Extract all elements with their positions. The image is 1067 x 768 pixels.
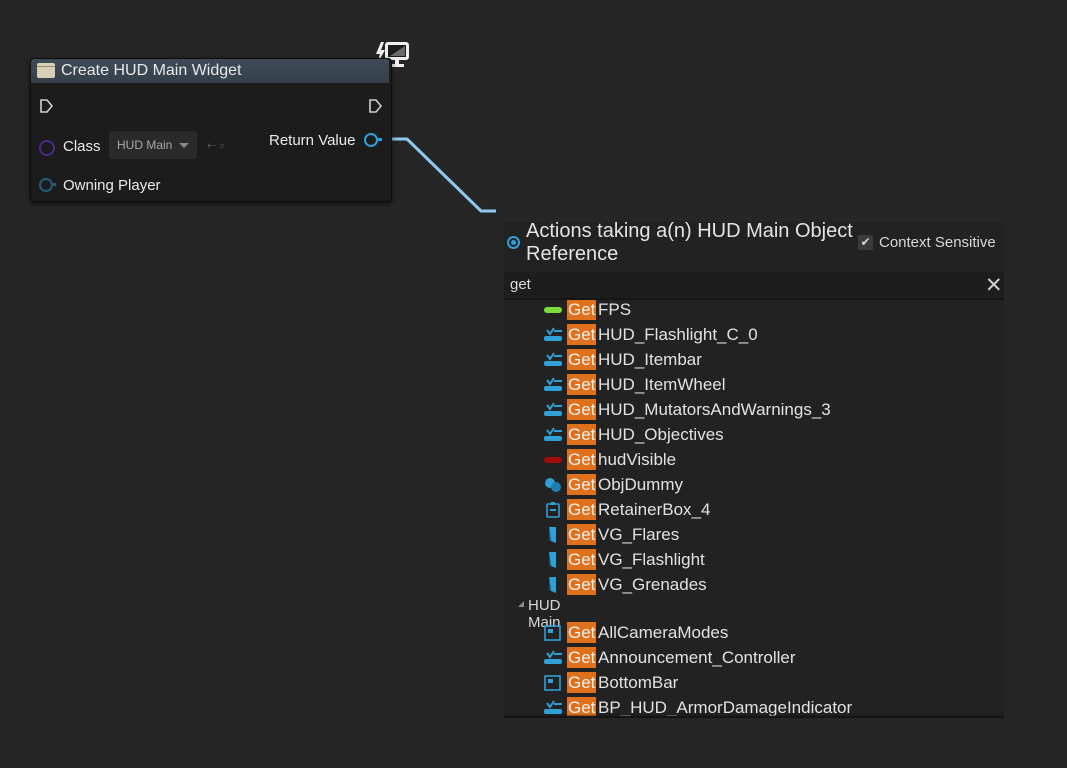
list-item[interactable]: Get HUD_Flashlight_C_0 (544, 324, 984, 346)
list-item[interactable]: Get ObjDummy (544, 474, 984, 496)
list-item[interactable]: Get VG_Grenades (544, 574, 984, 596)
context-sensitive-label: Context Sensitive (879, 234, 996, 251)
match-highlight: Get (567, 647, 597, 668)
close-icon[interactable]: ✕ (985, 273, 1003, 298)
item-label: HUD_Objectives (598, 425, 724, 444)
node-title: Create HUD Main Widget (61, 62, 242, 79)
class-select-value: HUD Main (117, 138, 173, 152)
exec-out-pin-icon[interactable] (368, 99, 382, 113)
return-value-label: Return Value (269, 132, 356, 149)
item-label: HUD_MutatorsAndWarnings_3 (598, 400, 831, 419)
bool-var-icon (544, 307, 562, 313)
object-var-icon (545, 478, 561, 492)
widget-var-icon (544, 377, 562, 391)
match-highlight: Get (567, 374, 597, 395)
owning-player-label: Owning Player (63, 177, 161, 194)
widget-node-icon (37, 63, 55, 78)
list-item[interactable]: Get HUD_MutatorsAndWarnings_3 (544, 399, 984, 421)
expand-arrow-icon[interactable] (518, 601, 524, 607)
widget-var-icon (544, 650, 562, 664)
canvas-panel-icon (544, 625, 561, 641)
match-highlight: Get (567, 399, 597, 420)
item-label: BottomBar (598, 673, 679, 692)
list-item[interactable]: Get FPS (544, 300, 984, 321)
action-list[interactable]: Get FPS Get HUD_Flashlight_C_0 Get HUD_Itemba… (504, 300, 1004, 716)
class-select[interactable]: HUD Main (109, 131, 197, 159)
list-item[interactable]: Get VG_Flashlight (544, 549, 984, 571)
widget-var-icon (544, 352, 562, 366)
list-item[interactable]: Get AllCameraModes (544, 622, 984, 644)
match-highlight: Get (567, 349, 597, 370)
item-label: VG_Grenades (598, 575, 707, 594)
match-highlight: Get (567, 672, 597, 693)
list-item[interactable]: Get RetainerBox_4 (544, 499, 984, 521)
return-value-pin-icon[interactable] (364, 133, 378, 147)
list-item[interactable]: Get HUD_Objectives (544, 424, 984, 446)
item-label: HUD_ItemWheel (598, 375, 726, 394)
search-input[interactable]: get ✕ (504, 272, 1004, 300)
list-bottom-edge (504, 714, 1004, 718)
vertical-box-icon (549, 527, 556, 543)
pin-arrow-icon (378, 138, 382, 141)
node-header[interactable]: Create HUD Main Widget (31, 59, 389, 83)
item-label: HUD_Flashlight_C_0 (598, 325, 758, 344)
class-label: Class (63, 138, 101, 155)
search-value: get (510, 276, 531, 293)
item-label: ObjDummy (598, 475, 684, 494)
context-sensitive-toggle[interactable]: ✔ Context Sensitive (858, 234, 1008, 252)
item-label: VG_Flashlight (598, 550, 705, 569)
item-label: FPS (598, 300, 632, 319)
object-pin-icon (507, 236, 520, 249)
checkbox-icon[interactable]: ✔ (858, 235, 873, 250)
list-item[interactable]: Get Announcement_Controller (544, 647, 984, 669)
match-highlight: Get (567, 424, 597, 445)
match-highlight: Get (567, 524, 597, 545)
widget-var-icon (544, 427, 562, 441)
canvas-panel-icon (544, 675, 561, 691)
exec-in-pin-icon[interactable] (39, 99, 53, 113)
match-highlight: Get (567, 449, 597, 470)
match-highlight: Get (567, 574, 597, 595)
item-label: VG_Flares (598, 525, 680, 544)
vertical-box-icon (549, 577, 556, 593)
widget-var-icon (544, 327, 562, 341)
match-highlight: Get (567, 549, 597, 570)
match-highlight: Get (567, 499, 597, 520)
list-item[interactable]: Get HUD_ItemWheel (544, 374, 984, 396)
item-label: Announcement_Controller (598, 648, 796, 667)
menu-title: Actions taking a(n) HUD Main Object Refe… (526, 220, 853, 265)
item-label: HUD_Itembar (598, 350, 702, 369)
browse-icons[interactable]: ⇠ ⌕ (207, 139, 225, 153)
bool-false-var-icon (544, 457, 562, 463)
chevron-down-icon (179, 143, 189, 148)
widget-var-icon (544, 402, 562, 416)
list-item[interactable]: Get hudVisible (544, 449, 984, 471)
match-highlight: Get (567, 324, 597, 345)
list-item[interactable]: Get BottomBar (544, 672, 984, 694)
action-menu[interactable]: Actions taking a(n) HUD Main Object Refe… (504, 220, 1004, 718)
match-highlight: Get (567, 474, 597, 495)
pin-arrow-icon (52, 183, 56, 186)
vertical-box-icon (549, 552, 556, 568)
match-highlight: Get (567, 622, 597, 643)
match-highlight: Get (567, 300, 597, 320)
list-item[interactable]: Get VG_Flares (544, 524, 984, 546)
create-widget-node[interactable]: Create HUD Main Widget Class HUD Main ⇠ … (30, 58, 392, 202)
retainer-box-icon (546, 502, 560, 518)
owning-player-pin-icon[interactable] (39, 178, 53, 192)
item-label: AllCameraModes (598, 623, 729, 642)
class-pin-icon[interactable] (39, 140, 55, 156)
item-label: RetainerBox_4 (598, 500, 711, 519)
list-item[interactable]: Get HUD_Itembar (544, 349, 984, 371)
item-label: hudVisible (598, 450, 677, 469)
